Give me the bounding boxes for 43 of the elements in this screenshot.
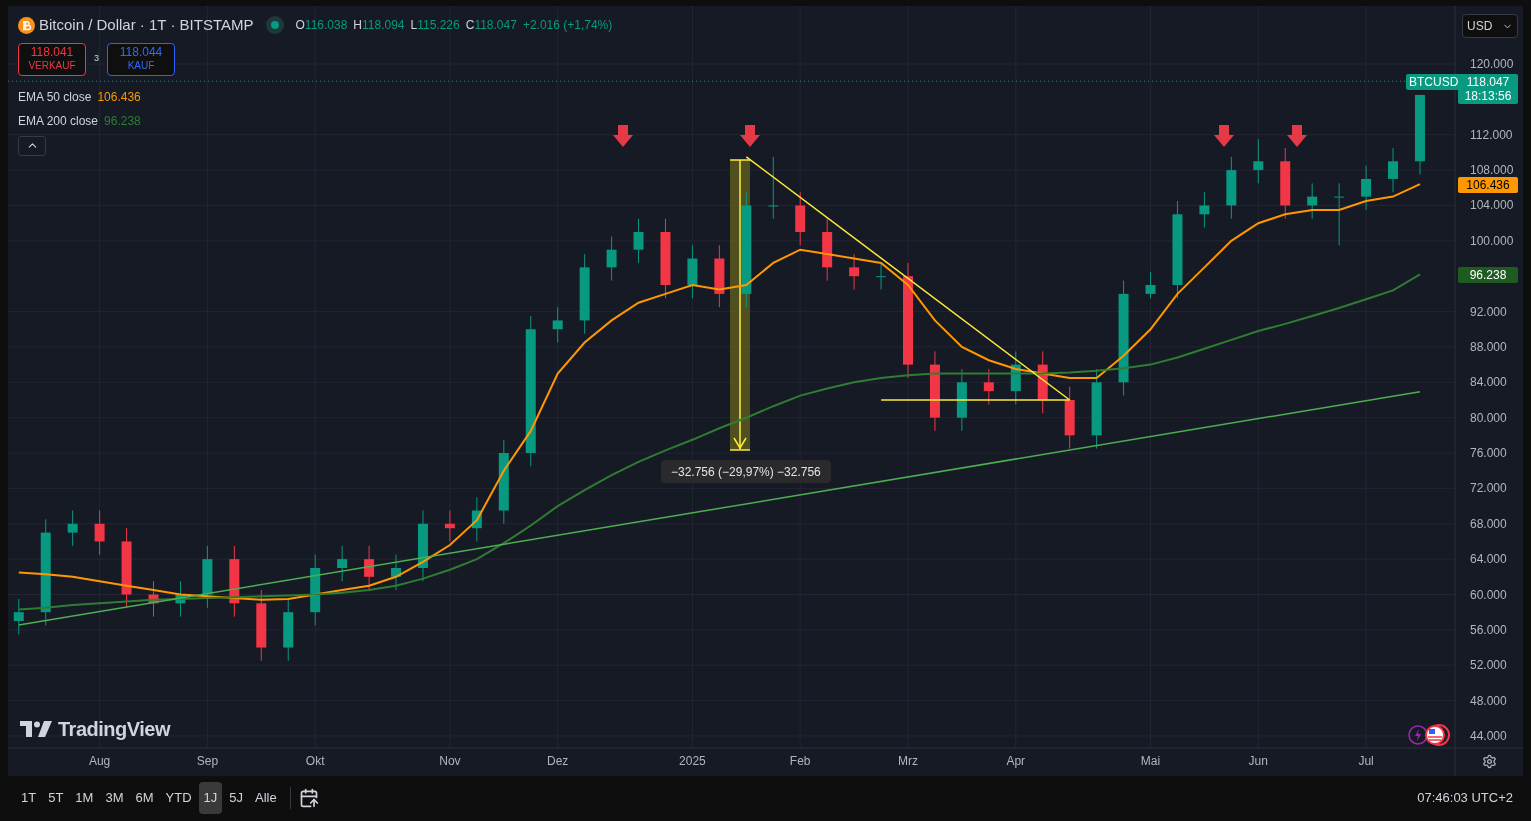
measure-label: −32.756 (−29,97%) −32.756 [661,460,831,483]
price-axis-label: 88.000 [1470,339,1507,354]
time-axis-label: Jul [1358,754,1374,768]
time-axis-label: Okt [305,754,325,768]
time-axis-label: Aug [88,754,111,768]
price-axis-label: 52.000 [1470,658,1507,673]
ohlc-value: L115.226 [410,17,460,35]
ohlc-value: O116.038 [295,17,348,35]
price-tag: 96.238 [1458,267,1518,283]
price-change: +2.016 (+1,74%) [522,17,613,35]
time-axis-label: Nov [439,754,461,768]
time-axis-label: Mai [1140,754,1161,768]
price-axis-label: 76.000 [1470,446,1507,461]
price-axis-label: 100.000 [1470,233,1514,248]
indicator-value: 96.238 [104,112,141,130]
time-axis-label: Sep [196,754,219,768]
logo-text: TradingView [58,717,170,742]
price-axis-label: 92.000 [1470,304,1507,319]
price-axis-label: 48.000 [1470,693,1507,708]
time-axis-label: Mrz [898,754,918,768]
price-tag: 106.436 [1458,177,1518,193]
time-axis-label: Apr [1006,754,1026,768]
price-axis-label: 108.000 [1470,163,1514,178]
price-axis-label: 72.000 [1470,481,1507,496]
time-axis-label: Dez [547,754,569,768]
price-axis-label: 68.000 [1470,516,1507,531]
time-axis-label: Feb [789,754,811,768]
time-axis-label: 2025 [679,754,706,768]
indicator-value: 106.436 [97,88,141,106]
price-tag: 118.047 18:13:56 [1458,74,1518,104]
time-axis-label: Jun [1248,754,1268,768]
ohlc-value: H118.094 [353,17,405,35]
price-axis-label: 80.000 [1470,410,1507,425]
price-axis-label: 84.000 [1470,375,1507,390]
price-axis-label: 120.000 [1470,57,1514,71]
price-axis-label: 112.000 [1470,127,1513,142]
price-axis-label: 60.000 [1470,587,1507,602]
ohlc-value: C118.047 [465,17,517,35]
price-axis-label: 56.000 [1470,622,1507,637]
price-axis-label: 64.000 [1470,552,1507,567]
price-axis-label: 44.000 [1470,729,1507,743]
price-axis-label: 104.000 [1470,198,1514,213]
spread-value: 3 [94,52,99,66]
